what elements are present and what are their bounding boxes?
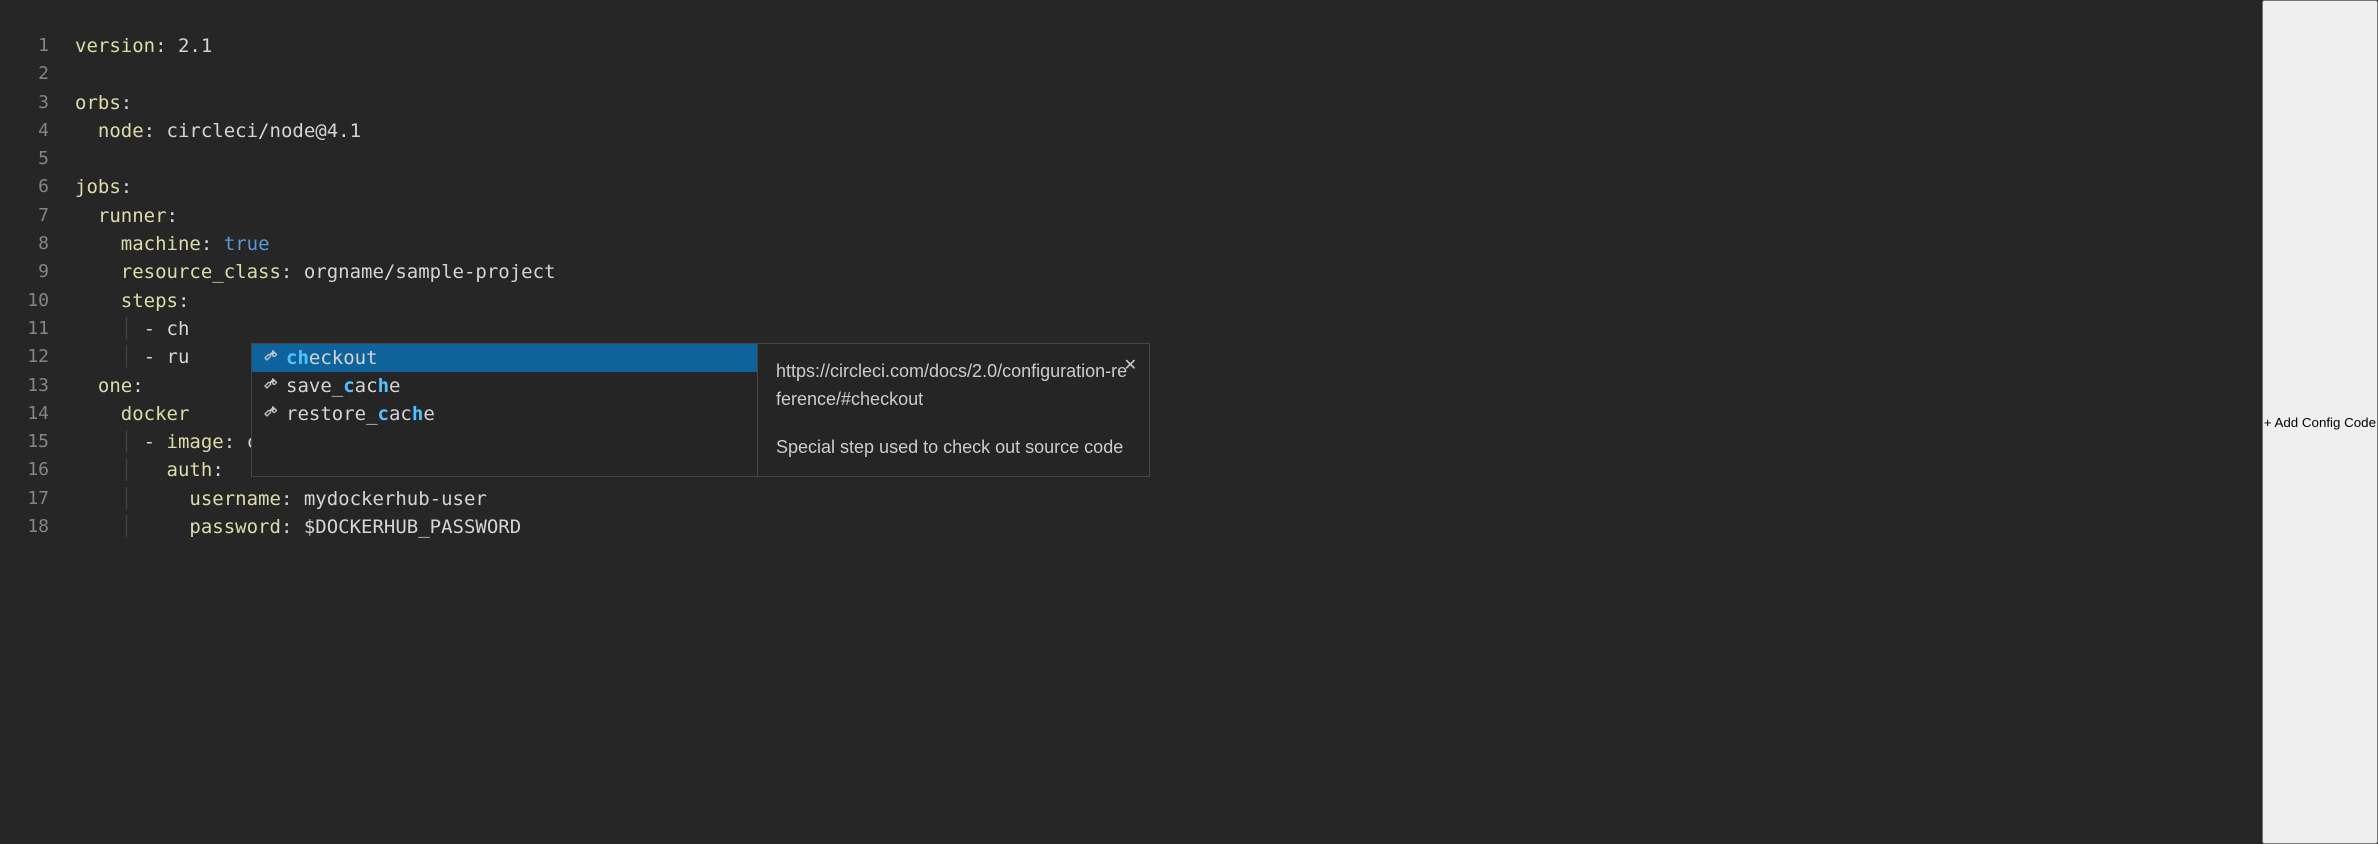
line-number: 4 <box>0 117 75 145</box>
code-line[interactable]: orbs: <box>75 89 2262 117</box>
gutter: 1 2 3 4 5 6 7 8 9 10 11 12 13 14 15 16 1… <box>0 0 75 844</box>
doc-description: Special step used to check out source co… <box>776 434 1131 462</box>
suggestion-item-checkout[interactable]: checkout <box>252 344 757 372</box>
code-line[interactable] <box>75 60 2262 88</box>
line-number: 5 <box>0 145 75 173</box>
line-number: 13 <box>0 372 75 400</box>
line-number: 18 <box>0 513 75 541</box>
line-number: 1 <box>0 32 75 60</box>
suggestion-label: restore_cache <box>286 400 435 428</box>
wrench-icon <box>262 372 278 400</box>
code-line[interactable]: runner: <box>75 202 2262 230</box>
code-line[interactable]: node: circleci/node@4.1 <box>75 117 2262 145</box>
code-line[interactable]: steps: <box>75 287 2262 315</box>
code-line[interactable]: │ - ch <box>75 315 2262 343</box>
doc-link[interactable]: https://circleci.com/docs/2.0/configurat… <box>776 358 1131 414</box>
code-line[interactable]: │ password: $DOCKERHUB_PASSWORD <box>75 513 2262 541</box>
code-line[interactable]: machine: true <box>75 230 2262 258</box>
line-number: 10 <box>0 287 75 315</box>
editor-container: 1 2 3 4 5 6 7 8 9 10 11 12 13 14 15 16 1… <box>0 0 2378 844</box>
add-config-code-button[interactable]: + Add Config Code <box>2262 0 2378 844</box>
code-line[interactable] <box>75 145 2262 173</box>
line-number: 7 <box>0 202 75 230</box>
line-number: 12 <box>0 343 75 371</box>
line-number: 11 <box>0 315 75 343</box>
suggestion-item-save-cache[interactable]: save_cache <box>252 372 757 400</box>
line-number: 2 <box>0 60 75 88</box>
suggestions-list: checkout save_cache restore_cache <box>251 343 758 477</box>
suggestion-label: checkout <box>286 344 378 372</box>
code-line[interactable]: │ username: mydockerhub-user <box>75 485 2262 513</box>
doc-flyout: ✕ https://circleci.com/docs/2.0/configur… <box>758 343 1150 477</box>
suggestion-label: save_cache <box>286 372 400 400</box>
suggestion-item-restore-cache[interactable]: restore_cache <box>252 400 757 428</box>
plus-icon: + <box>2264 415 2272 430</box>
line-number: 16 <box>0 456 75 484</box>
code-line[interactable]: resource_class: orgname/sample-project <box>75 258 2262 286</box>
line-number: 3 <box>0 89 75 117</box>
wrench-icon <box>262 400 278 428</box>
line-number: 6 <box>0 173 75 201</box>
code-line[interactable]: jobs: <box>75 173 2262 201</box>
code-line[interactable]: version: 2.1 <box>75 32 2262 60</box>
line-number: 14 <box>0 400 75 428</box>
button-label: Add Config Code <box>2274 415 2376 430</box>
autocomplete-popup: checkout save_cache restore_cache ✕ <box>251 343 1150 477</box>
code-area[interactable]: version: 2.1 orbs: node: circleci/node@4… <box>75 0 2262 844</box>
line-number: 9 <box>0 258 75 286</box>
line-number: 8 <box>0 230 75 258</box>
close-icon[interactable]: ✕ <box>1124 354 1137 379</box>
line-number: 17 <box>0 485 75 513</box>
wrench-icon <box>262 344 278 372</box>
line-number: 15 <box>0 428 75 456</box>
